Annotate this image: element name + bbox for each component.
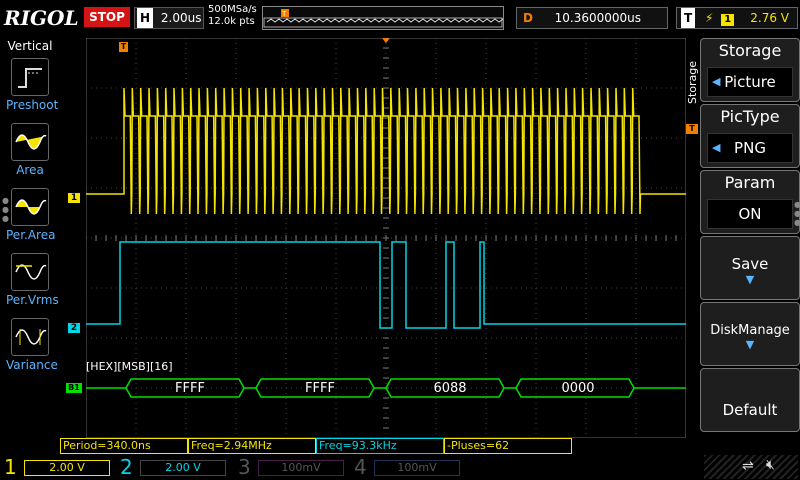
per-area-label: Per.Area (6, 228, 56, 242)
storage-menu: Storage ◀ Picture PicType ◀ PNG Param ON S… (700, 38, 800, 436)
save-button[interactable]: Save ▼ (700, 236, 800, 300)
menu-page-dots: ● ● ● (794, 200, 800, 227)
channel-bar: 1 2.00 V 2 2.00 V 3 100mV 4 100mV ⇌ 🔇︎ (0, 455, 800, 480)
timebase-value: 2.00us (160, 11, 202, 25)
ch2-scale: 2.00 V (140, 460, 226, 476)
save-label: Save (731, 255, 769, 273)
measure-preshoot[interactable]: Preshoot (6, 58, 59, 112)
left-arrow-icon: ◀ (712, 141, 721, 154)
sample-rate: 500MSa/s (208, 4, 257, 15)
decode-format-label: [HEX][MSB][16] (86, 360, 173, 373)
decode-packet: 0000 (561, 381, 595, 396)
param-button[interactable]: Param ON (700, 170, 800, 234)
ch3-number: 3 (238, 455, 251, 479)
memory-depth: 12.0k pts (208, 16, 255, 27)
preshoot-icon (11, 58, 49, 96)
rising-edge-icon: ⚡ (705, 11, 714, 25)
brand-logo: RIGOL (4, 6, 79, 30)
preshoot-label: Preshoot (6, 98, 59, 112)
pictype-value: PNG (734, 139, 766, 157)
storage-value-field: ◀ Picture (707, 67, 793, 97)
variance-label: Variance (6, 358, 58, 372)
left-arrow-icon: ◀ (712, 75, 721, 88)
diskmanage-label: DiskManage (710, 323, 790, 338)
param-value-field: ON (707, 199, 793, 229)
diskmanage-button[interactable]: DiskManage ▼ (700, 302, 800, 366)
ch4-scale: 100mV (374, 460, 460, 476)
measurement-item[interactable]: -Pluses=62 (444, 438, 572, 454)
storage-type-button[interactable]: Storage ◀ Picture (700, 38, 800, 102)
per-area-icon (11, 188, 49, 226)
top-status-bar: RIGOL STOP H 2.00us 500MSa/s 12.0k pts T… (0, 0, 800, 36)
left-menu-title: Vertical (7, 39, 53, 53)
submenu-arrow-icon: ▼ (745, 273, 755, 286)
bus-marker[interactable]: B1 (66, 383, 82, 393)
ch2-number: 2 (120, 455, 133, 479)
ch3-scale-box[interactable]: 3 100mV (234, 455, 346, 479)
run-stop-status[interactable]: STOP (84, 7, 130, 27)
ch1-number: 1 (4, 455, 17, 479)
ch4-scale-box[interactable]: 4 100mV (350, 455, 462, 479)
trigger-time-marker[interactable]: T (119, 42, 128, 52)
timebase-box[interactable]: H 2.00us (134, 7, 204, 29)
trigger-level-marker[interactable]: T (686, 124, 698, 134)
measure-per-vrms[interactable]: Per.Vrms (6, 253, 59, 307)
param-label: Param (724, 173, 776, 192)
pictype-value-field: ◀ PNG (707, 133, 793, 163)
area-icon (11, 123, 49, 161)
graticule (85, 37, 687, 439)
overview-waveform-icon: T (263, 9, 512, 28)
speaker-muted-icon: 🔇︎ (766, 457, 775, 473)
waveform-display[interactable] (85, 37, 687, 439)
variance-icon (11, 318, 49, 356)
svg-text:T: T (281, 10, 287, 18)
acquisition-info: 500MSa/s 12.0k pts (208, 4, 257, 28)
per-vrms-icon (11, 253, 49, 291)
delay-label: D (523, 11, 533, 25)
measurement-item[interactable]: Period=340.0ns (60, 438, 188, 454)
measure-per-area[interactable]: Per.Area (6, 188, 56, 242)
menu-page-dots: ● ● ● (2, 196, 9, 223)
decode-packet: 6088 (433, 381, 467, 396)
decode-packet: FFFF (175, 381, 205, 396)
default-label: Default (722, 401, 778, 419)
ch1-scale-box[interactable]: 1 2.00 V (0, 455, 112, 479)
trigger-label: T (681, 8, 696, 28)
measurement-item[interactable]: Freq=2.94MHz (188, 438, 316, 454)
measure-variance[interactable]: Variance (6, 318, 58, 372)
trigger-box[interactable]: T ⚡ 1 2.76 V (676, 7, 798, 29)
delay-box[interactable]: D 10.3600000us (516, 7, 668, 29)
ch2-scale-box[interactable]: 2 2.00 V (116, 455, 228, 479)
storage-label: Storage (718, 41, 782, 60)
trigger-level: 2.76 V (750, 11, 789, 25)
default-button[interactable]: Default (700, 368, 800, 432)
ch1-scale: 2.00 V (24, 460, 110, 476)
area-label: Area (16, 163, 44, 177)
ch3-scale: 100mV (258, 460, 344, 476)
usb-icon: ⇌ (742, 458, 754, 474)
measure-area[interactable]: Area (6, 123, 54, 177)
storage-value: Picture (724, 73, 776, 91)
ch4-number: 4 (354, 455, 367, 479)
submenu-arrow-icon: ▼ (745, 338, 755, 351)
trigger-source: 1 (721, 14, 735, 26)
measurement-item[interactable]: Freq=93.3kHz (316, 438, 444, 454)
waveform-overview[interactable]: T (262, 6, 512, 30)
measurement-bar: Period=340.0ns Freq=2.94MHz Freq=93.3kHz… (60, 438, 800, 454)
ch2-ground-marker[interactable]: 2 (68, 323, 80, 333)
ch1-ground-marker[interactable]: 1 (68, 193, 80, 203)
pictype-label: PicType (720, 107, 780, 126)
status-panel: ⇌ 🔇︎ (704, 455, 798, 479)
delay-value: 10.3600000us (554, 11, 641, 25)
decode-packet: FFFF (305, 381, 335, 396)
timebase-label: H (137, 8, 154, 28)
per-vrms-label: Per.Vrms (6, 293, 59, 307)
pictype-button[interactable]: PicType ◀ PNG (700, 104, 800, 168)
param-value: ON (738, 205, 762, 223)
menu-side-title: Storage (686, 60, 699, 104)
